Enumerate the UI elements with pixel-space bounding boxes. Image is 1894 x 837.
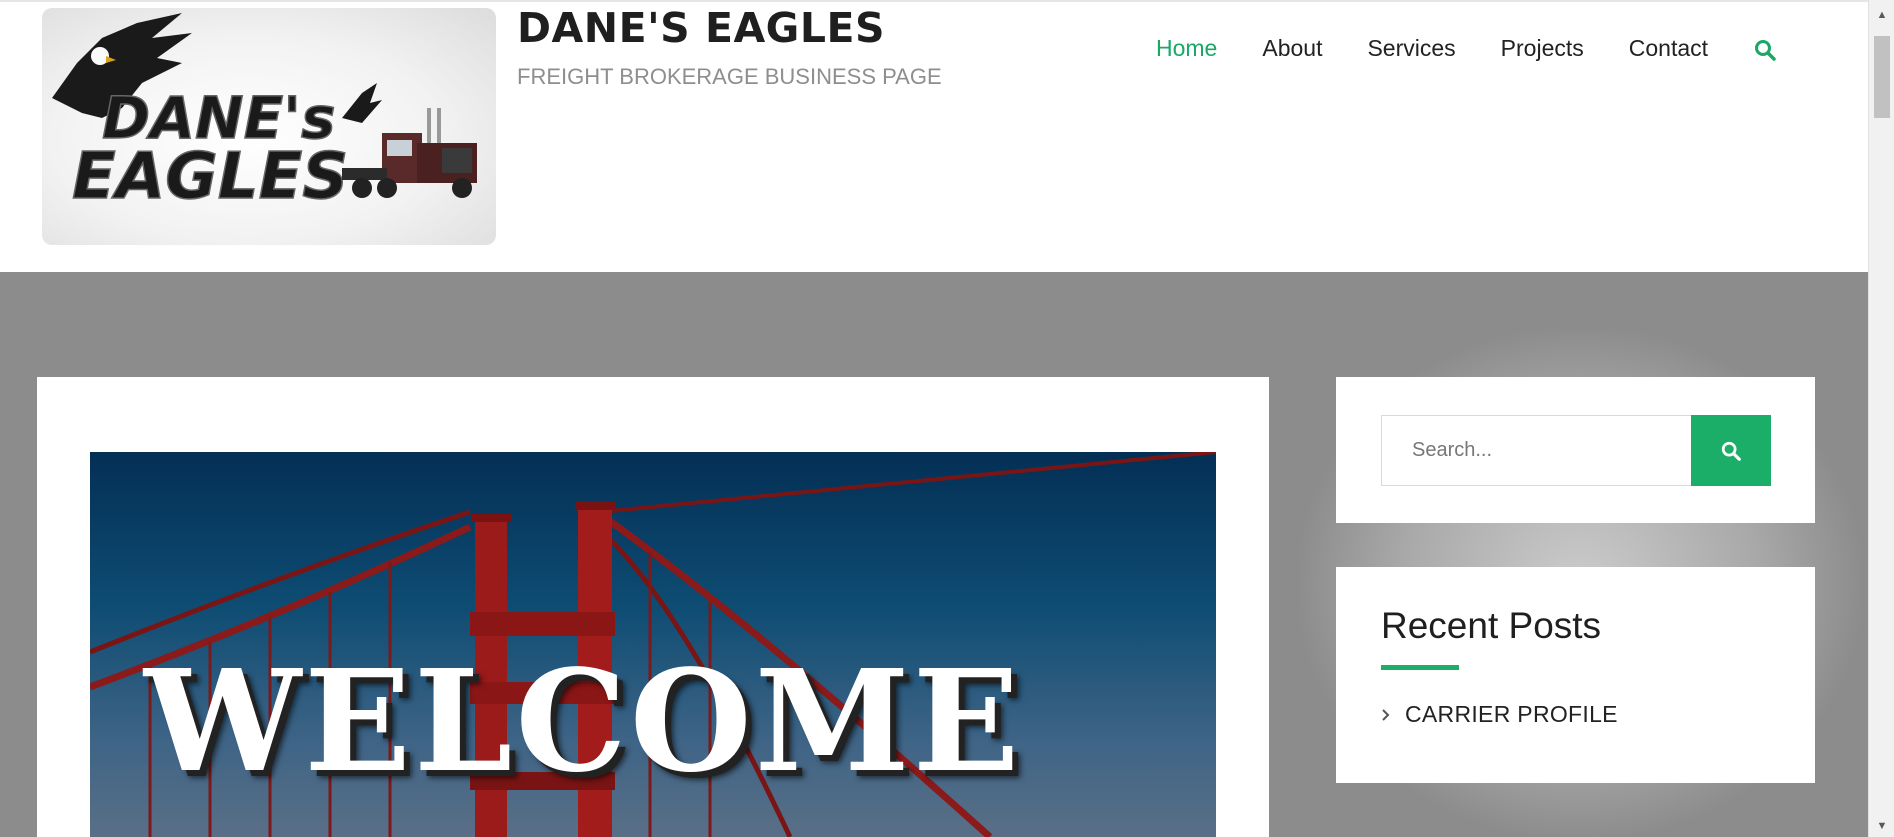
recent-post-item[interactable]: CARRIER PROFILE: [1381, 701, 1618, 728]
main-nav: Home About Services Projects Contact: [1156, 34, 1777, 62]
site-logo[interactable]: DANE's EAGLES: [42, 8, 496, 245]
site-tagline: FREIGHT BROKERAGE BUSINESS PAGE: [517, 64, 942, 89]
search-icon: [1721, 441, 1741, 461]
search-widget: [1336, 377, 1815, 523]
recent-post-link[interactable]: CARRIER PROFILE: [1405, 701, 1618, 728]
site-title[interactable]: DANE'S EAGLES: [517, 4, 885, 52]
title-underline: [1381, 665, 1459, 670]
scroll-up-arrow[interactable]: ▲: [1869, 4, 1894, 26]
vertical-scrollbar[interactable]: ▲ ▼: [1868, 0, 1894, 837]
nav-about[interactable]: About: [1262, 35, 1322, 62]
search-input[interactable]: [1381, 415, 1691, 486]
recent-posts-widget: Recent Posts CARRIER PROFILE: [1336, 567, 1815, 783]
logo-image: DANE's EAGLES: [52, 13, 477, 215]
nav-projects[interactable]: Projects: [1501, 35, 1584, 62]
search-icon[interactable]: [1753, 38, 1777, 62]
hero-image: WELCOME: [90, 452, 1216, 837]
svg-text:EAGLES: EAGLES: [72, 140, 348, 214]
nav-contact[interactable]: Contact: [1629, 35, 1708, 62]
recent-posts-title: Recent Posts: [1381, 605, 1602, 646]
nav-services[interactable]: Services: [1367, 35, 1455, 62]
chevron-right-icon: [1382, 708, 1390, 721]
scroll-thumb[interactable]: [1874, 36, 1890, 118]
search-submit-button[interactable]: [1691, 415, 1771, 486]
main-content-card: WELCOME: [37, 377, 1269, 837]
nav-home[interactable]: Home: [1156, 35, 1217, 62]
hero-welcome-text: WELCOME: [144, 640, 1023, 804]
site-header: DANE's EAGLES DANE'S EAGLES FREIGHT BROK…: [0, 0, 1868, 272]
scroll-down-arrow[interactable]: ▼: [1869, 815, 1894, 837]
